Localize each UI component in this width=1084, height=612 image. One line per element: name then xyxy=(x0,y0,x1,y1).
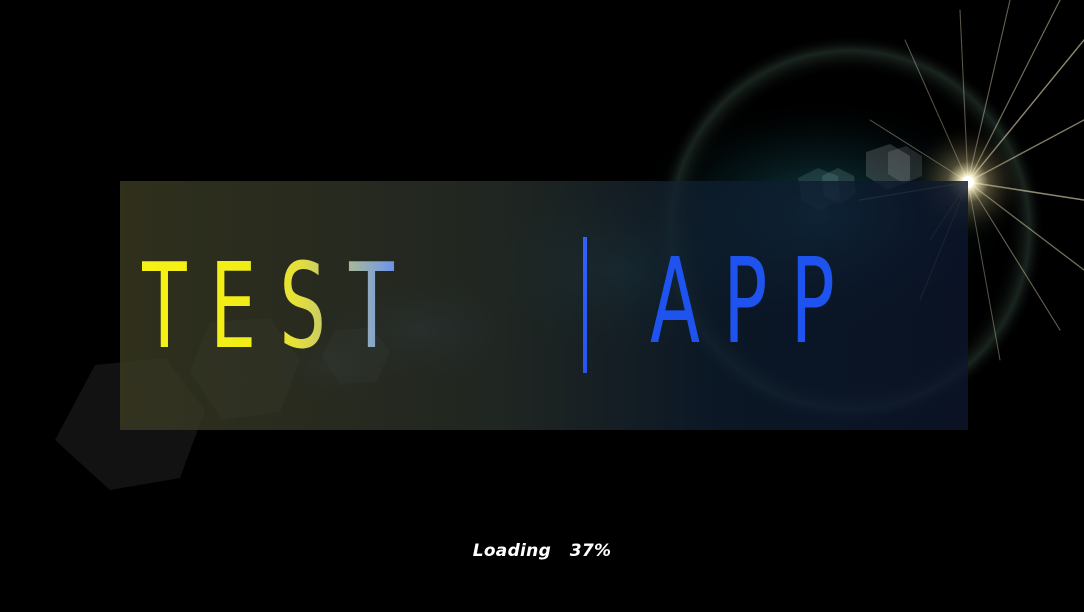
loading-indicator: Loading 37% xyxy=(0,541,1084,561)
loading-spacer xyxy=(551,541,570,561)
loading-percent: 37% xyxy=(569,541,612,561)
app-title: T E S T xyxy=(120,181,968,430)
title-divider xyxy=(583,237,587,373)
splash-screen: T E S T A P P Loading 37% xyxy=(0,0,1084,612)
loading-label: Loading xyxy=(472,541,552,561)
title-word-left: T E S T xyxy=(142,247,402,365)
title-word-right: A P P xyxy=(650,232,835,370)
